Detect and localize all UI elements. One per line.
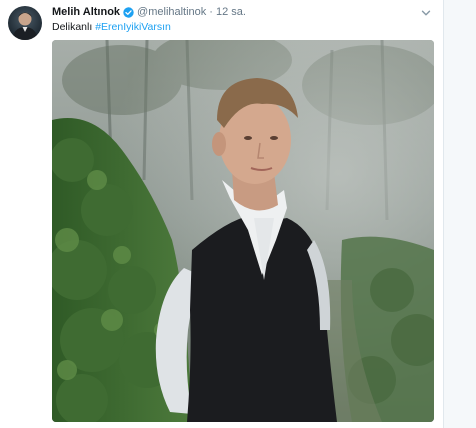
chevron-down-icon[interactable] — [420, 6, 432, 18]
avatar[interactable] — [8, 6, 42, 40]
tweet-card: Melih Altınok @melihaltinok · 12 sa. Del… — [0, 0, 443, 428]
display-name[interactable]: Melih Altınok — [52, 4, 120, 20]
hashtag-link[interactable]: #ErenIyikiVarsın — [95, 21, 171, 33]
verified-badge-icon — [123, 6, 134, 18]
side-gutter — [444, 0, 476, 428]
tweet-text: Delikanlı #ErenIyikiVarsın — [52, 20, 171, 34]
meta-separator: · — [209, 6, 213, 18]
timestamp[interactable]: 12 sa. — [216, 4, 246, 20]
tweet-photo[interactable] — [52, 40, 434, 422]
tweet-header: Melih Altınok @melihaltinok · 12 sa. — [52, 4, 246, 20]
user-handle[interactable]: @melihaltinok — [137, 4, 206, 20]
tweet-text-body: Delikanlı — [52, 21, 96, 33]
